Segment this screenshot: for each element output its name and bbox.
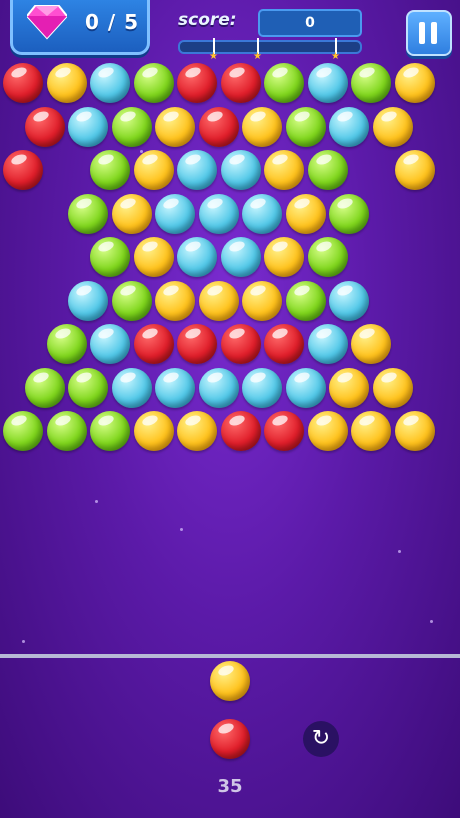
sparkle <box>22 640 25 643</box>
bubble <box>68 367 109 408</box>
bubble <box>307 411 348 451</box>
bubble <box>155 280 196 321</box>
bubble <box>133 150 174 190</box>
sparkle <box>398 550 401 553</box>
bubble <box>68 106 109 147</box>
current-bubble[interactable] <box>210 719 250 759</box>
bubble <box>177 63 217 103</box>
bubble <box>90 324 130 364</box>
sparkle <box>430 620 433 623</box>
bubble <box>351 324 391 364</box>
sparkle <box>95 500 98 503</box>
bubble <box>111 280 152 321</box>
bubble <box>394 63 435 103</box>
bubble <box>3 411 43 451</box>
sparkle <box>180 528 183 531</box>
pause-button[interactable] <box>406 10 452 56</box>
bubble <box>133 411 174 451</box>
bubble <box>329 367 370 408</box>
bubble <box>111 367 152 408</box>
bubble <box>3 150 43 190</box>
bubble <box>177 237 217 277</box>
bubble <box>307 150 348 190</box>
bubble <box>242 193 283 234</box>
bubble <box>264 150 304 190</box>
bubble <box>264 411 304 451</box>
deadline-line <box>0 654 460 658</box>
pause-icon <box>419 22 425 44</box>
bubble <box>111 106 152 147</box>
bubble <box>46 324 87 364</box>
bubble <box>133 237 174 277</box>
score-label: score: <box>178 10 237 30</box>
bubble <box>155 106 196 147</box>
bubble <box>264 63 304 103</box>
bubble <box>177 150 217 190</box>
reload-icon: ↻ <box>311 726 331 751</box>
bubble <box>133 324 174 364</box>
bubble <box>264 237 304 277</box>
bubble <box>155 193 196 234</box>
gem-count: 0 / 5 <box>85 10 140 34</box>
star-icon: ★ <box>253 51 262 62</box>
bubble <box>285 193 326 234</box>
bubble <box>155 367 196 408</box>
bubble <box>264 324 304 364</box>
bubble <box>285 280 326 321</box>
gem-counter-panel: 0 / 5 <box>10 0 150 55</box>
bubble <box>220 237 261 277</box>
star-icon: ★ <box>209 51 218 62</box>
bubble <box>90 411 130 451</box>
bubble <box>351 411 391 451</box>
bubble <box>177 324 217 364</box>
bubble <box>177 411 217 451</box>
bubble <box>220 411 261 451</box>
bubble <box>90 237 130 277</box>
reload-button[interactable]: ↻ <box>303 721 339 757</box>
bubble <box>68 280 109 321</box>
score-progress-bar: ★ ★ ★ <box>178 38 362 62</box>
bubble <box>242 106 283 147</box>
bubble <box>90 63 130 103</box>
bubble <box>198 280 239 321</box>
bubble <box>394 411 435 451</box>
bubble <box>220 150 261 190</box>
shots-remaining: 35 <box>217 776 243 797</box>
bubble <box>46 63 87 103</box>
bubble <box>111 193 152 234</box>
bubble <box>307 63 348 103</box>
star-icon: ★ <box>331 51 340 62</box>
pause-icon <box>431 22 437 44</box>
bubble <box>242 367 283 408</box>
bubble <box>46 411 87 451</box>
bubble <box>3 63 43 103</box>
bubble <box>285 106 326 147</box>
bubble <box>198 106 239 147</box>
diamond-icon <box>27 5 67 40</box>
bubble <box>198 367 239 408</box>
bubble <box>307 237 348 277</box>
bubble <box>242 280 283 321</box>
bubble <box>90 150 130 190</box>
bubble <box>372 106 413 147</box>
score-value: 0 <box>258 9 362 37</box>
bubble <box>351 63 391 103</box>
bubble <box>133 63 174 103</box>
bubble <box>307 324 348 364</box>
bubble <box>68 193 109 234</box>
bubble <box>329 193 370 234</box>
bubble <box>372 367 413 408</box>
bubble <box>24 106 65 147</box>
bubble <box>329 106 370 147</box>
bubble <box>198 193 239 234</box>
bubble <box>285 367 326 408</box>
bubble <box>394 150 435 190</box>
top-hud: 0 / 5 score: 0 ★ ★ ★ <box>0 0 460 62</box>
bubble <box>329 280 370 321</box>
bubble <box>24 367 65 408</box>
next-bubble[interactable] <box>210 661 250 701</box>
bubble <box>220 63 261 103</box>
bubble <box>220 324 261 364</box>
